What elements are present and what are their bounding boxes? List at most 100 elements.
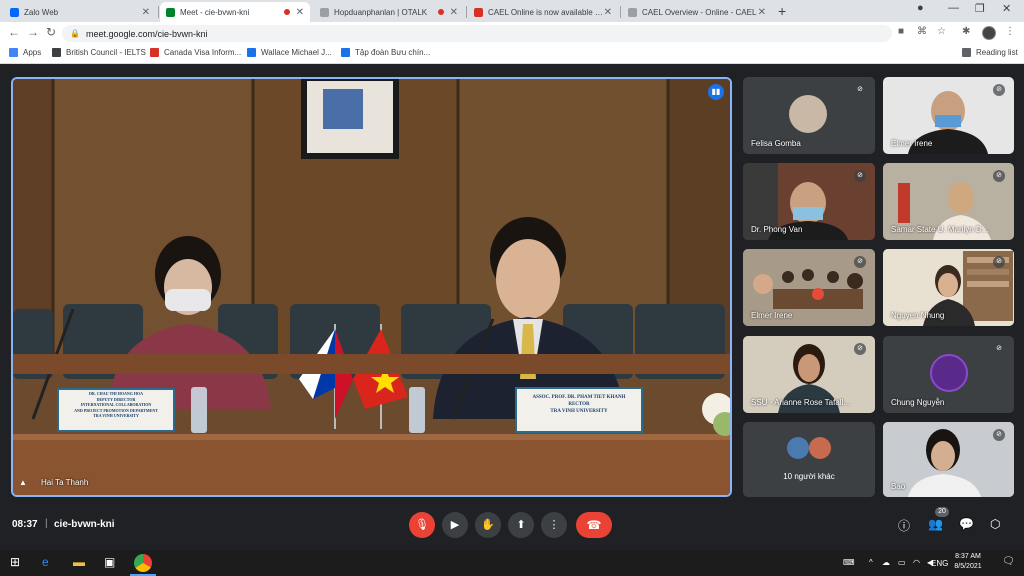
tab-title: Zalo Web [24, 7, 59, 17]
mic-off-icon: ⊘ [993, 343, 1005, 355]
camera-icon: ▶ [450, 519, 460, 531]
participant-tile-chung-nguyen[interactable]: ⊘ Chung Nguyễn [883, 336, 1014, 413]
participant-tile-dr-phong-van[interactable]: ⊘ Dr. Phong Van [743, 163, 875, 240]
participant-tile-elmer-irene-2[interactable]: ⊘ Elmer Irene [743, 249, 875, 326]
close-tab-icon[interactable]: ✕ [450, 7, 458, 18]
participant-tile-ssu-arianne[interactable]: ⊘ SSU - Arianne Rose Tafall... [743, 336, 875, 413]
url-text: meet.google.com/cie-bvwn-kni [85, 28, 208, 39]
leave-call-button[interactable]: ☎ [576, 512, 612, 538]
speaking-indicator-icon: ▮▮ [708, 84, 724, 100]
bookmark-tap-doan[interactable]: Tập đoàn Bưu chín... [341, 48, 430, 57]
meeting-clock: 08:37 [12, 519, 38, 530]
bookmark-canada-visa[interactable]: Canada Visa Inform... [150, 48, 241, 57]
reading-list-button[interactable]: Reading list [962, 48, 1018, 57]
browser-tab-strip: Zalo Web ✕ Meet - cie-bvwn-kni ✕ Hopduan… [0, 0, 1024, 22]
info-icon: ⓘ [898, 519, 911, 533]
participants-button[interactable]: 👥 [928, 517, 943, 531]
bookmark-apps[interactable]: Apps [9, 48, 41, 57]
file-explorer-icon[interactable]: ▬ [73, 555, 85, 569]
zalo-favicon-icon [10, 7, 19, 17]
battery-icon[interactable]: ▭ [898, 558, 906, 567]
close-tab-icon[interactable]: ✕ [604, 7, 612, 18]
participant-tile-others[interactable]: 10 người khác [743, 422, 875, 497]
profile-avatar[interactable] [982, 26, 996, 40]
recording-indicator-icon [437, 9, 444, 15]
tab-title: Hopduanphanlan | OTALK [334, 7, 428, 17]
bookmark-british-council[interactable]: British Council - IELTS [52, 48, 146, 57]
tab-cael-gmail[interactable]: CAEL Online is now available in V ✕ [468, 2, 618, 22]
new-tab-button[interactable]: + [778, 3, 786, 19]
recording-indicator-icon [283, 9, 290, 15]
cael-favicon-icon [628, 7, 637, 17]
avatar [809, 437, 831, 459]
activities-button[interactable]: ⬡ [990, 517, 1000, 531]
close-tab-icon[interactable]: ✕ [142, 7, 150, 18]
wifi-icon[interactable]: ◠ [913, 558, 920, 567]
avatar [789, 95, 827, 133]
address-bar[interactable]: 🔒 meet.google.com/cie-bvwn-kni [62, 25, 892, 42]
input-language[interactable]: ENG [931, 559, 948, 568]
mic-off-icon: ⊘ [993, 170, 1005, 182]
windows-taskbar: ⊞ e ▬ ▣ ⌨ ^ ☁ ▭ ◠ ◀ ENG 🗨 [0, 550, 1024, 576]
back-button[interactable]: ← [8, 25, 20, 39]
browser-toolbar: ← → ↻ 🔒 meet.google.com/cie-bvwn-kni ■ ⌘… [0, 22, 1024, 44]
extensions-icon[interactable]: ✱ [962, 26, 970, 37]
translate-icon[interactable]: ⌘ [917, 26, 927, 37]
tab-cael-overview[interactable]: CAEL Overview - Online - CAEL ✕ [622, 2, 772, 22]
windows-start-icon[interactable]: ⊞ [10, 555, 20, 569]
gmail-favicon-icon [474, 7, 483, 17]
close-window-button[interactable]: ✕ [1002, 2, 1011, 15]
more-options-button[interactable]: ⋮ [541, 512, 567, 538]
close-tab-icon[interactable]: ✕ [758, 7, 766, 18]
separator: | [45, 518, 48, 529]
keyboard-icon[interactable]: ⌨ [843, 558, 855, 567]
store-icon[interactable]: ▣ [104, 555, 115, 569]
reload-button[interactable]: ↻ [46, 25, 56, 39]
cloud-icon[interactable]: ☁ [882, 558, 890, 567]
main-speaker-video[interactable]: DR. CHAU THI HOANG HOA DEPUTY DIRECTOR I… [11, 77, 732, 497]
close-tab-icon[interactable]: ✕ [296, 7, 304, 18]
participant-tile-elmer-irene-1[interactable]: ⊘ Elmer Irene [883, 77, 1014, 154]
apps-grid-icon [9, 48, 18, 57]
activities-icon: ⬡ [990, 517, 1001, 531]
raise-hand-button[interactable]: ✋ [475, 512, 501, 538]
present-button[interactable]: ⬆ [508, 512, 534, 538]
restore-button[interactable]: ❐ [975, 2, 985, 15]
maple-leaf-icon [150, 48, 159, 57]
taskbar-clock[interactable]: 8:37 AM 8/5/2021 [951, 552, 985, 572]
mic-off-icon: ⊘ [854, 84, 866, 96]
minimize-button[interactable]: — [948, 2, 959, 14]
mic-off-icon: ⊘ [993, 429, 1005, 441]
mic-off-icon: ⊘ [854, 256, 866, 268]
mic-toggle-button[interactable]: 🎙 [409, 512, 435, 538]
british-council-icon [52, 48, 61, 57]
chrome-icon[interactable] [134, 554, 152, 572]
tab-title: CAEL Overview - Online - CAEL [642, 7, 757, 17]
pin-icon[interactable]: ▲ [19, 478, 27, 487]
notifications-icon[interactable]: 🗨 [1002, 556, 1015, 567]
tab-zalo[interactable]: Zalo Web ✕ [4, 2, 156, 22]
camera-toggle-button[interactable]: ▶ [442, 512, 468, 538]
edge-browser-icon[interactable]: e [42, 555, 49, 569]
mic-off-icon: ⊘ [993, 84, 1005, 96]
meeting-details-button[interactable]: ⓘ [898, 517, 910, 534]
avatar [930, 354, 968, 392]
bookmark-star-icon[interactable]: ☆ [937, 26, 946, 37]
forward-button[interactable]: → [27, 25, 39, 39]
chat-button[interactable]: 💬 [959, 517, 974, 531]
meet-favicon-icon [166, 7, 175, 17]
tab-search-icon[interactable]: ● [917, 2, 924, 14]
participant-tile-samar-state-u[interactable]: ⊘ Samar State U. Marilyn D... [883, 163, 1014, 240]
present-screen-icon: ⬆ [516, 519, 526, 531]
camera-in-use-icon[interactable]: ■ [898, 26, 904, 37]
tray-chevron-icon[interactable]: ^ [869, 558, 873, 567]
participant-tile-felisa-gomba[interactable]: ⊘ Felisa Gomba [743, 77, 875, 154]
hand-icon: ✋ [481, 519, 495, 531]
hangup-icon: ☎ [586, 518, 602, 532]
participant-tile-bao[interactable]: ⊘ Bao [883, 422, 1014, 497]
tab-otalk[interactable]: Hopduanphanlan | OTALK ✕ [314, 2, 464, 22]
participant-tile-nguyen-nhung[interactable]: ⊘ Nguyen Nhung [883, 249, 1014, 326]
tab-meet[interactable]: Meet - cie-bvwn-kni ✕ [160, 2, 310, 22]
menu-icon[interactable]: ⋮ [1005, 26, 1015, 37]
bookmark-wallace[interactable]: Wallace Michael J... [247, 48, 332, 57]
